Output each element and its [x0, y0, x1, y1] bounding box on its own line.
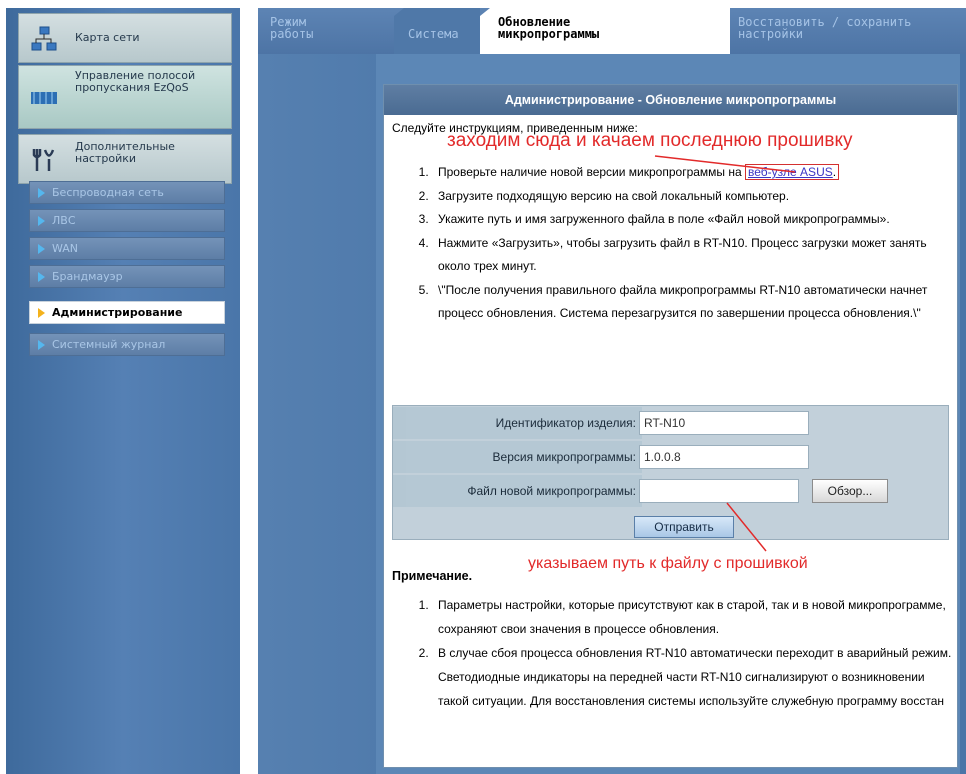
tab-label: микропрограммы	[498, 27, 600, 41]
form-row-new-firmware: Файл новой микропрограммы: Обзор...	[393, 475, 948, 507]
arrow-right-icon	[38, 272, 45, 282]
list-item: Параметры настройки, которые присутствую…	[432, 593, 952, 641]
sidebar-item-firewall[interactable]: Брандмауэр	[29, 265, 225, 288]
sidebar-item-ezqos[interactable]: Управление полосой пропускания EzQoS	[18, 65, 232, 129]
network-map-icon	[31, 26, 57, 51]
tab-label: работы	[270, 27, 314, 41]
arrow-right-icon	[38, 340, 45, 350]
sidebar-item-label: Карта сети	[75, 31, 140, 44]
notes-list: Параметры настройки, которые присутствую…	[388, 593, 952, 713]
sidebar-item-label: Беспроводная сеть	[52, 186, 164, 199]
submit-button[interactable]: Отправить	[634, 516, 734, 538]
step-text: .	[832, 165, 837, 179]
tab-restore-save-settings[interactable]: Восстановить / сохранить настройки	[730, 8, 966, 54]
sidebar-item-label: ЛВС	[52, 214, 76, 227]
firmware-upgrade-panel: Администрирование - Обновление микропрог…	[383, 84, 958, 768]
asus-link-highlight: веб-узле ASUS.	[745, 164, 840, 180]
asus-website-link[interactable]: веб-узле ASUS	[748, 165, 833, 179]
firmware-version-label: Версия микропрограммы:	[406, 441, 642, 473]
instruction-steps: Проверьте наличие новой версии микропрог…	[388, 161, 952, 326]
arrow-right-icon	[38, 244, 45, 254]
firmware-version-field: 1.0.0.8	[639, 445, 809, 469]
tab-bar: Режим работы Система Обновление микропро…	[258, 8, 966, 54]
sidebar-item-label: Брандмауэр	[52, 270, 123, 283]
sidebar-item-wireless[interactable]: Беспроводная сеть	[29, 181, 225, 204]
product-id-field: RT-N10	[639, 411, 809, 435]
new-firmware-label: Файл новой микропрограммы:	[406, 475, 642, 507]
product-id-label: Идентификатор изделия:	[406, 407, 642, 439]
list-item: Нажмите «Загрузить», чтобы загрузить фай…	[432, 232, 952, 279]
sidebar-item-advanced-settings[interactable]: Дополнительные настройки	[18, 134, 232, 184]
ezqos-icon	[31, 92, 57, 104]
browse-button[interactable]: Обзор...	[812, 479, 888, 503]
list-item: Загрузите подходящую версию на свой лока…	[432, 185, 952, 209]
list-item: \"После получения правильного файла микр…	[432, 279, 952, 326]
annotation-file-path: указываем путь к файлу с прошивкой	[528, 555, 808, 572]
list-item: В случае сбоя процесса обновления RT-N10…	[432, 641, 952, 713]
arrow-right-icon	[38, 308, 45, 318]
new-firmware-file-input[interactable]	[639, 479, 799, 503]
arrow-right-icon	[38, 216, 45, 226]
page-title: Администрирование - Обновление микропрог…	[384, 85, 957, 115]
form-row-firmware-version: Версия микропрограммы: 1.0.0.8	[393, 441, 948, 473]
sidebar-item-label: Дополнительные настройки	[75, 140, 175, 165]
sidebar-item-system-log[interactable]: Системный журнал	[29, 333, 225, 356]
sidebar-item-label: WAN	[52, 242, 79, 255]
sidebar-item-label: Системный журнал	[52, 338, 166, 351]
note-title: Примечание.	[392, 569, 473, 583]
tab-label: настройки	[738, 27, 804, 41]
tab-firmware-upgrade[interactable]: Обновление микропрограммы	[480, 8, 730, 54]
step-text: Проверьте наличие новой версии микропрог…	[438, 165, 742, 179]
tab-operation-mode[interactable]: Режим работы	[258, 8, 388, 54]
sidebar-item-lan[interactable]: ЛВС	[29, 209, 225, 232]
sidebar-item-label: Управление полосой пропускания EzQoS	[75, 69, 196, 94]
sidebar: Карта сети Управление полосой пропускани…	[0, 0, 250, 774]
sidebar-item-network-map[interactable]: Карта сети	[18, 13, 232, 63]
advanced-settings-icon	[32, 149, 55, 171]
sidebar-item-label: Администрирование	[52, 306, 183, 319]
list-item: Проверьте наличие новой версии микропрог…	[432, 161, 952, 185]
list-item: Укажите путь и имя загруженного файла в …	[432, 208, 952, 232]
firmware-form: Идентификатор изделия: RT-N10 Версия мик…	[392, 405, 949, 540]
annotation-download-firmware: заходим сюда и качаем последнюю прошивку	[447, 130, 853, 151]
arrow-right-icon	[38, 188, 45, 198]
tab-label: Система	[408, 27, 459, 41]
form-row-product-id: Идентификатор изделия: RT-N10	[393, 407, 948, 439]
sidebar-item-wan[interactable]: WAN	[29, 237, 225, 260]
tab-system[interactable]: Система	[394, 8, 480, 54]
sidebar-item-administration[interactable]: Администрирование	[29, 301, 225, 324]
